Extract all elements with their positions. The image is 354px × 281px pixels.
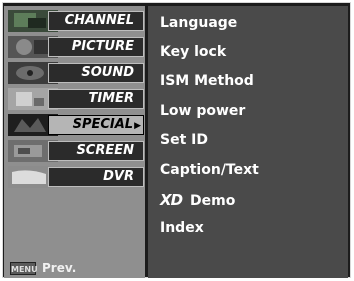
- selected-arrow-icon: ▶: [134, 121, 141, 131]
- xd-demo-label: Demo: [190, 193, 236, 209]
- menu-item-special[interactable]: SPECIAL▶: [4, 113, 145, 137]
- prev-label: Prev.: [42, 261, 77, 275]
- tab-special-label: SPECIAL: [72, 117, 134, 132]
- submenu-item-low-power[interactable]: Low power: [160, 103, 245, 119]
- menu-item-channel[interactable]: CHANNEL: [4, 9, 145, 33]
- submenu-item-xd-demo[interactable]: XD Demo: [160, 191, 235, 209]
- tab-channel[interactable]: CHANNEL: [48, 11, 144, 31]
- tab-dvr[interactable]: DVR: [48, 167, 144, 187]
- submenu-item-language[interactable]: Language: [160, 15, 237, 31]
- main-menu: CHANNEL PICTURE SOUND TIMER SPECIAL▶ SCR…: [4, 6, 145, 278]
- tab-sound[interactable]: SOUND: [48, 63, 144, 83]
- submenu-item-index[interactable]: Index: [160, 220, 204, 236]
- menu-item-picture[interactable]: PICTURE: [4, 35, 145, 59]
- prev-button[interactable]: MENU Prev.: [10, 261, 76, 275]
- tab-timer[interactable]: TIMER: [48, 89, 144, 109]
- tab-picture[interactable]: PICTURE: [48, 37, 144, 57]
- xd-logo-icon: XD: [160, 191, 183, 209]
- menu-key-icon: MENU: [10, 261, 38, 275]
- submenu-item-set-id[interactable]: Set ID: [160, 132, 208, 148]
- menu-item-screen[interactable]: SCREEN: [4, 139, 145, 163]
- menu-item-sound[interactable]: SOUND: [4, 61, 145, 85]
- submenu-item-caption-text[interactable]: Caption/Text: [160, 162, 259, 178]
- submenu-item-ism-method[interactable]: ISM Method: [160, 73, 254, 89]
- submenu-item-key-lock[interactable]: Key lock: [160, 44, 226, 60]
- tab-screen[interactable]: SCREEN: [48, 141, 144, 161]
- menu-item-timer[interactable]: TIMER: [4, 87, 145, 111]
- special-submenu: Language Key lock ISM Method Low power S…: [148, 6, 348, 278]
- tab-special[interactable]: SPECIAL▶: [48, 115, 144, 135]
- menu-item-dvr[interactable]: DVR: [4, 165, 145, 189]
